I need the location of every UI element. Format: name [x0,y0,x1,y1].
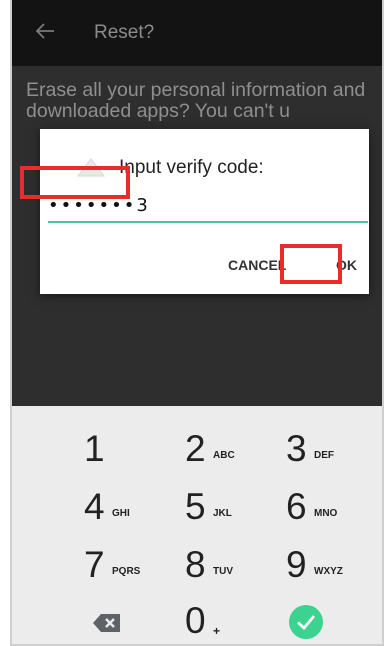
key-2[interactable]: 2 ABC [144,428,264,484]
key-letters: WXYZ [314,566,343,577]
check-icon[interactable] [288,604,324,640]
highlight-box-ok-button [280,244,342,284]
key-5[interactable]: 5 JKL [144,486,264,542]
key-4[interactable]: 4 GHI [22,486,142,542]
app-bar: Reset? [12,0,382,66]
key-letters: DEF [314,450,334,461]
key-digit: 4 [84,486,105,527]
key-3[interactable]: 3 DEF [266,428,382,484]
key-0[interactable]: 0 + [144,600,264,644]
key-letters: GHI [112,508,130,519]
reset-warning-message: Erase all your personal information and … [26,79,366,122]
highlight-box-code-input [20,166,130,199]
key-letters: MNO [314,508,338,519]
key-digit: 5 [185,486,206,527]
key-letters: TUV [213,566,233,577]
key-6[interactable]: 6 MNO [266,486,382,542]
key-digit: 9 [286,544,307,585]
key-7[interactable]: 7 PQRS [22,544,142,600]
key-letters: JKL [213,508,232,519]
key-digit: 8 [185,544,206,585]
key-letters: ABC [213,450,235,461]
cancel-button[interactable]: CANCEL [228,257,286,273]
key-9[interactable]: 9 WXYZ [266,544,382,600]
page-title: Reset? [94,22,155,43]
key-letters: + [213,624,221,638]
key-digit: 2 [185,428,206,469]
dialog-title: Input verify code: [119,157,264,178]
backspace-icon[interactable] [92,612,122,634]
key-8[interactable]: 8 TUV [144,544,264,600]
key-digit: 0 [185,600,206,641]
numeric-keypad: 1 2 ABC 3 DEF 4 GHI 5 JKL 6 MNO 7 PQRS 8 [12,406,382,644]
phone-screen: Reset? Erase all your personal informati… [10,0,384,646]
key-digit: 3 [286,428,307,469]
arrow-back-icon[interactable] [34,20,56,42]
key-letters: PQRS [112,566,141,577]
key-digit: 7 [84,544,105,585]
key-digit: 6 [286,486,307,527]
key-1[interactable]: 1 [22,428,142,484]
key-digit: 1 [84,428,105,469]
